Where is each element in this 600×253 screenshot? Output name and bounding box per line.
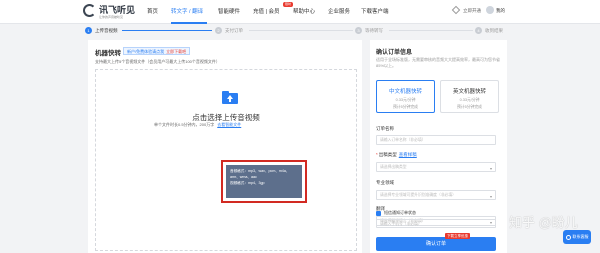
headset-icon <box>565 234 571 240</box>
nav-home[interactable]: 首页 <box>147 7 158 15</box>
format-tooltip-body: 音频格式：mp3、wav、pcm、m4a、 amr、wma、aac 视频格式：m… <box>226 165 302 198</box>
top-nav-bar: 讯飞听见 让你的声音被听见 首页 转文字 / 翻译 智能硬件 充值 | 会员 限… <box>0 0 600 24</box>
step-number: 4 <box>475 27 482 34</box>
chevron-down-icon: ▾ <box>489 166 492 171</box>
order-card-desc: 适用于全场标准版，无需要审核的音频大大提高效率，最高可为您节省85%以上。 <box>376 57 500 68</box>
upload-card-title: 机器快转 <box>95 50 121 57</box>
logo-icon <box>83 4 96 17</box>
step-upload: 1 上传音视频 <box>85 27 118 34</box>
type-label: *出稿类型 查看样稿 <box>376 152 417 157</box>
trial-notice[interactable]: 新户/免费体验请点我 立即下载吧 <box>123 47 191 55</box>
upload-dropzone[interactable]: 点击选择上传音视频 单个文件时长0.5分钟内，200万字 去看智能文件 音频格式：… <box>95 69 357 251</box>
logo-slogan: 让你的声音被听见 <box>99 15 124 19</box>
step-connector <box>122 30 212 31</box>
sms-notify-label: 短信通知订单状态 <box>384 210 416 215</box>
tier-eta: 预计5分钟完成 <box>393 105 418 109</box>
submit-order-button[interactable]: 确认订单 <box>376 237 496 251</box>
logo[interactable]: 讯飞听见 让你的声音被听见 <box>83 4 136 19</box>
user-icon[interactable] <box>486 6 494 14</box>
nav-hardware[interactable]: 智能硬件 <box>218 7 240 15</box>
logo-text: 讯飞听见 <box>99 5 136 15</box>
order-name-label: 订单名称 <box>376 126 394 131</box>
step-label: 支付订单 <box>225 27 243 33</box>
nav-help[interactable]: 帮助中心 <box>293 7 315 15</box>
watermark: 知乎 @盼儿 <box>509 215 578 230</box>
format-tooltip: 音频格式：mp3、wav、pcm、m4a、 amr、wma、aac 视频格式：m… <box>221 160 307 203</box>
upload-card: 机器快转 新户/免费体验请点我 立即下载吧 支持最大上传5个音视频文件（会员用户可… <box>88 40 362 253</box>
step-number: 1 <box>85 27 92 34</box>
upload-limit: 单个文件时长0.5分钟内，200万字 去看智能文件 <box>154 122 241 128</box>
diamond-icon[interactable] <box>451 5 461 15</box>
trial-notice-link[interactable]: 立即下载吧 <box>166 49 186 54</box>
chevron-down-icon: ▾ <box>489 194 492 199</box>
type-sample-link[interactable]: 查看样稿 <box>399 152 417 157</box>
step-label: 等待转写 <box>365 27 383 33</box>
step-number: 3 <box>355 27 362 34</box>
upload-limit-link[interactable]: 去看智能文件 <box>217 122 241 127</box>
type-label-text: 出稿类型 <box>378 152 397 157</box>
nav-enterprise[interactable]: 企业服务 <box>328 7 350 15</box>
hot-badge: 限时 <box>283 2 293 7</box>
tier-name: 中文机器快转 <box>388 89 422 95</box>
domain-label: 专业领域 <box>376 180 394 185</box>
sms-notify-checkbox[interactable] <box>376 210 381 216</box>
order-name-input[interactable]: 请输入订单名称（非必填） <box>376 135 496 145</box>
submit-promo-badge: 下载立享优惠 <box>445 233 470 239</box>
nav-membership[interactable]: 充值 | 会员 <box>253 7 280 15</box>
step-number: 2 <box>215 27 222 34</box>
progress-steps: 1 上传音视频 2 支付订单 3 等待转写 4 收到结果 <box>82 24 507 38</box>
nav-download[interactable]: 下载客户端 <box>361 7 389 15</box>
phone-input[interactable]: 请输入手机号（非必填） <box>376 219 496 228</box>
step-connector <box>249 30 353 31</box>
tier-name: 英文机器快转 <box>452 89 486 95</box>
trial-notice-text: 新户/免费体验请点我 <box>127 49 165 54</box>
sms-notify-row[interactable]: 短信通知订单状态 <box>376 210 416 216</box>
contact-support-button[interactable]: 联系客服 <box>563 230 591 244</box>
tier-english[interactable]: 英文机器快转 0.33元/分钟 预计5分钟完成 <box>440 80 499 113</box>
nav-transcribe[interactable]: 转文字 / 翻译 <box>171 7 203 15</box>
upload-folder-icon[interactable] <box>222 91 238 104</box>
step-result: 4 收到结果 <box>475 27 503 34</box>
step-wait: 3 等待转写 <box>355 27 383 34</box>
vip-link[interactable]: 立即开通 <box>463 8 481 14</box>
tier-eta: 预计5分钟完成 <box>457 105 482 109</box>
step-connector <box>389 30 473 31</box>
step-pay: 2 支付订单 <box>215 27 243 34</box>
type-select-value: 请选择出稿类型 <box>380 165 407 169</box>
step-label: 收到结果 <box>485 27 503 33</box>
tier-price: 0.33元/分钟 <box>395 98 416 102</box>
upload-card-desc: 支持最大上传5个音视频文件（会员用户可最大上传100个音视频文件） <box>95 59 220 64</box>
mine-link[interactable]: 我的 <box>496 8 505 14</box>
order-card-title: 确认订单信息 <box>376 50 413 56</box>
domain-select-value: 请选择专业领域可提升识别准确度（非必填） <box>380 193 456 197</box>
step-label: 上传音视频 <box>95 27 118 33</box>
submit-row: 确认订单 下载立享优惠 <box>370 233 507 253</box>
domain-select[interactable]: 请选择专业领域可提升识别准确度（非必填） ▾ <box>376 190 496 200</box>
tier-price: 0.33元/分钟 <box>459 98 480 102</box>
format-line: 视频格式：mp4、3gp <box>230 181 265 185</box>
type-select[interactable]: 请选择出稿类型 ▾ <box>376 162 496 172</box>
tier-chinese[interactable]: 中文机器快转 0.33元/分钟 预计5分钟完成 <box>376 80 435 113</box>
contact-label: 联系客服 <box>572 234 589 239</box>
upload-limit-text: 单个文件时长0.5分钟内，200万字 <box>154 122 215 127</box>
